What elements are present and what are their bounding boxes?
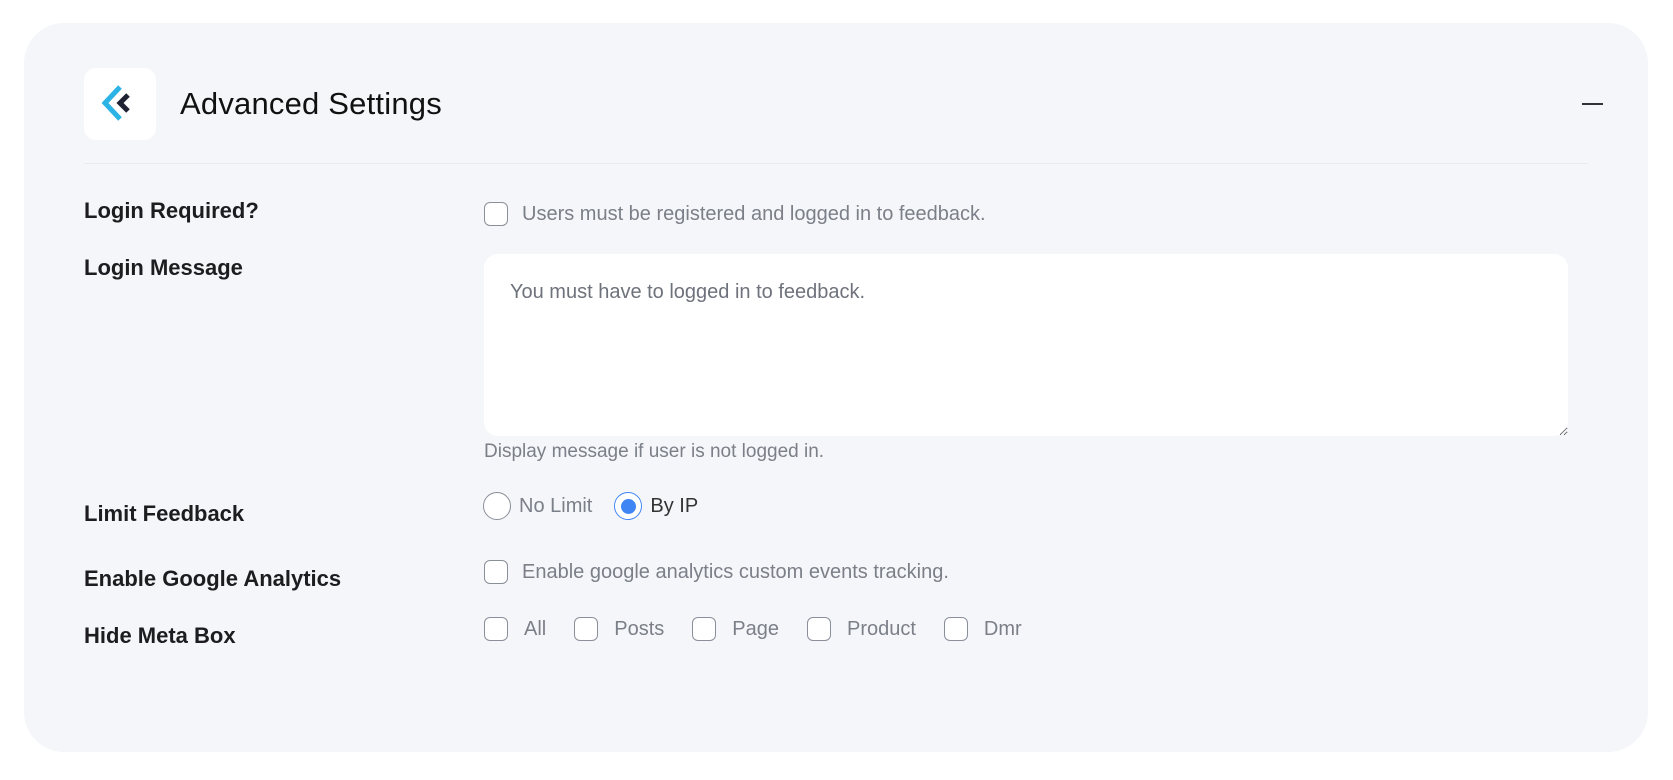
google-analytics-label: Enable Google Analytics [84, 566, 342, 591]
hide-meta-dmr-checkbox[interactable] [943, 617, 968, 641]
panel-header: Advanced Settings [84, 68, 1603, 164]
login-required-checkbox[interactable] [484, 202, 508, 226]
hide-meta-dmr[interactable]: Dmr [943, 617, 1022, 641]
minus-icon [1581, 103, 1603, 105]
hide-meta-page[interactable]: Page [692, 617, 779, 641]
limit-feedback-label: Limit Feedback [84, 501, 245, 526]
panel-title: Advanced Settings [180, 86, 442, 121]
radio-no-limit-label: No Limit [519, 495, 593, 517]
hide-meta-posts-label: Posts [614, 618, 665, 640]
hide-meta-all-label: All [524, 618, 547, 640]
login-required-text: Users must be registered and logged in t… [522, 203, 986, 225]
collapse-button[interactable] [1577, 91, 1607, 117]
radio-by-ip-label: By IP [650, 495, 699, 517]
radio-by-ip[interactable]: By IP [614, 492, 698, 520]
hide-meta-posts-checkbox[interactable] [574, 617, 599, 641]
hide-meta-all-checkbox[interactable] [484, 617, 508, 641]
hide-meta-all[interactable]: All [484, 617, 546, 641]
hide-meta-box-label: Hide Meta Box [84, 623, 236, 648]
radio-selected-dot [620, 498, 636, 514]
hide-meta-dmr-label: Dmr [983, 618, 1022, 640]
login-message-textarea[interactable] [484, 254, 1568, 436]
login-message-field-wrapper [484, 254, 1568, 436]
hide-meta-posts[interactable]: Posts [574, 617, 664, 641]
header-divider [84, 163, 1588, 164]
hide-meta-box-options: All Posts Page Product Dmr [484, 617, 1050, 641]
brand-chevron-logo-icon [101, 85, 130, 121]
radio-by-ip-circle[interactable] [614, 492, 643, 520]
login-message-helper: Display message if user is not logged in… [484, 441, 825, 462]
login-message-label: Login Message [84, 255, 243, 280]
hide-meta-product-label: Product [846, 618, 916, 640]
login-required-label: Login Required? [84, 198, 259, 223]
radio-no-limit-circle[interactable] [483, 492, 511, 520]
google-analytics-checkbox[interactable] [484, 560, 508, 584]
hide-meta-page-label: Page [732, 618, 779, 640]
google-analytics-text: Enable google analytics custom events tr… [522, 561, 949, 583]
hide-meta-page-checkbox[interactable] [692, 617, 717, 641]
google-analytics-option[interactable]: Enable google analytics custom events tr… [484, 560, 949, 584]
limit-feedback-radio-group: No Limit By IP [483, 492, 720, 520]
radio-no-limit[interactable]: No Limit [483, 492, 592, 520]
advanced-settings-panel: Advanced Settings Login Required? Users … [24, 23, 1648, 752]
login-required-option[interactable]: Users must be registered and logged in t… [484, 202, 986, 226]
plugin-logo [84, 68, 156, 140]
hide-meta-product-checkbox[interactable] [806, 617, 831, 641]
hide-meta-product[interactable]: Product [806, 617, 916, 641]
